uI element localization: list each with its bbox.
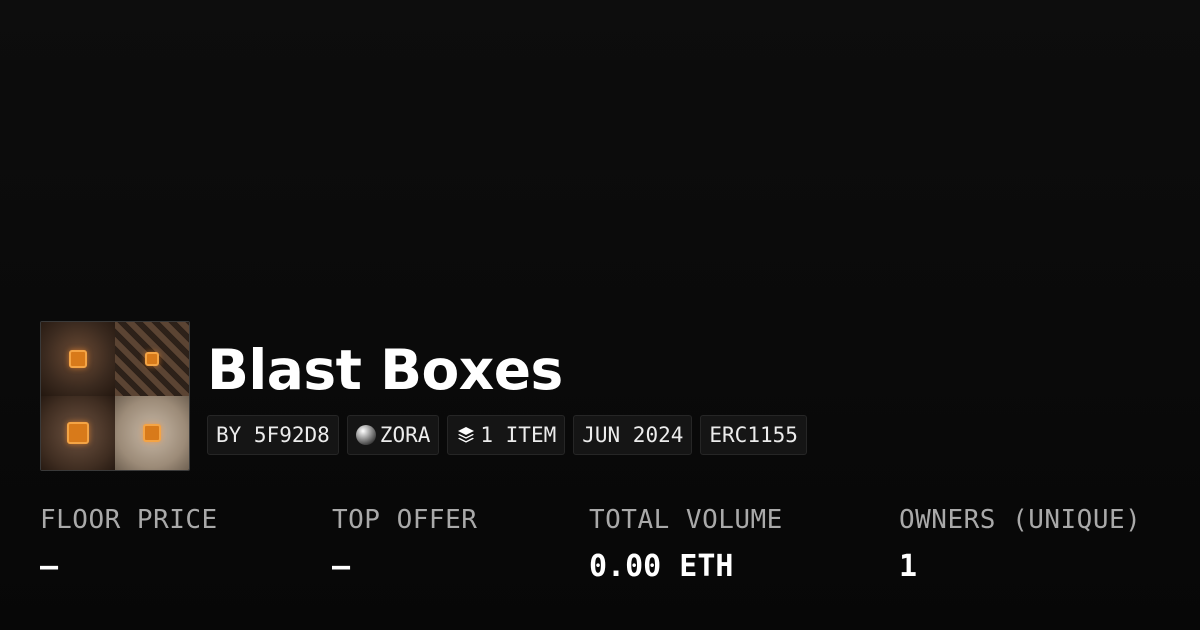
box-icon [69,350,87,368]
date-tag: JUN 2024 [573,415,693,455]
title-area: Blast Boxes BY 5F92D8 ZORA 1 ITEM JUN 20… [207,321,807,455]
thumbnail-tile [115,396,189,470]
chain-tag[interactable]: ZORA [346,415,440,455]
floor-price-label: FLOOR PRICE [40,505,218,535]
box-icon [67,422,89,444]
top-offer-stat: TOP OFFER — [332,505,477,584]
creator-tag[interactable]: BY 5F92D8 [207,415,339,455]
owners-value: 1 [899,549,918,584]
items-tag[interactable]: 1 ITEM [447,415,566,455]
layers-icon [458,427,475,443]
box-icon [145,352,159,366]
thumbnail-tile [115,322,189,396]
top-offer-label: TOP OFFER [332,505,478,535]
date-label: JUN 2024 [582,423,684,447]
items-label: 1 ITEM [480,423,557,447]
creator-label: BY 5F92D8 [216,423,330,447]
collection-header: Blast Boxes BY 5F92D8 ZORA 1 ITEM JUN 20… [40,321,807,471]
total-volume-value: 0.00 ETH [589,549,734,584]
chain-label: ZORA [379,423,431,447]
standard-label: ERC1155 [709,423,798,447]
collection-title: Blast Boxes [207,338,563,402]
collection-thumbnail[interactable] [40,321,190,471]
stats-row: FLOOR PRICE — TOP OFFER — TOTAL VOLUME 0… [40,505,1180,605]
owners-label: OWNERS (UNIQUE) [899,505,1142,535]
total-volume-label: TOTAL VOLUME [589,505,783,535]
top-offer-value: — [332,549,351,584]
standard-tag: ERC1155 [700,415,807,455]
thumbnail-tile [41,396,115,470]
total-volume-stat: TOTAL VOLUME 0.00 ETH [589,505,783,584]
thumbnail-tile [41,322,115,396]
zora-sphere-icon [355,425,376,445]
owners-stat: OWNERS (UNIQUE) 1 [899,505,1141,584]
floor-price-stat: FLOOR PRICE — [40,505,218,584]
box-icon [143,424,161,442]
floor-price-value: — [40,549,59,584]
tag-row: BY 5F92D8 ZORA 1 ITEM JUN 2024 ERC1155 [207,415,807,455]
